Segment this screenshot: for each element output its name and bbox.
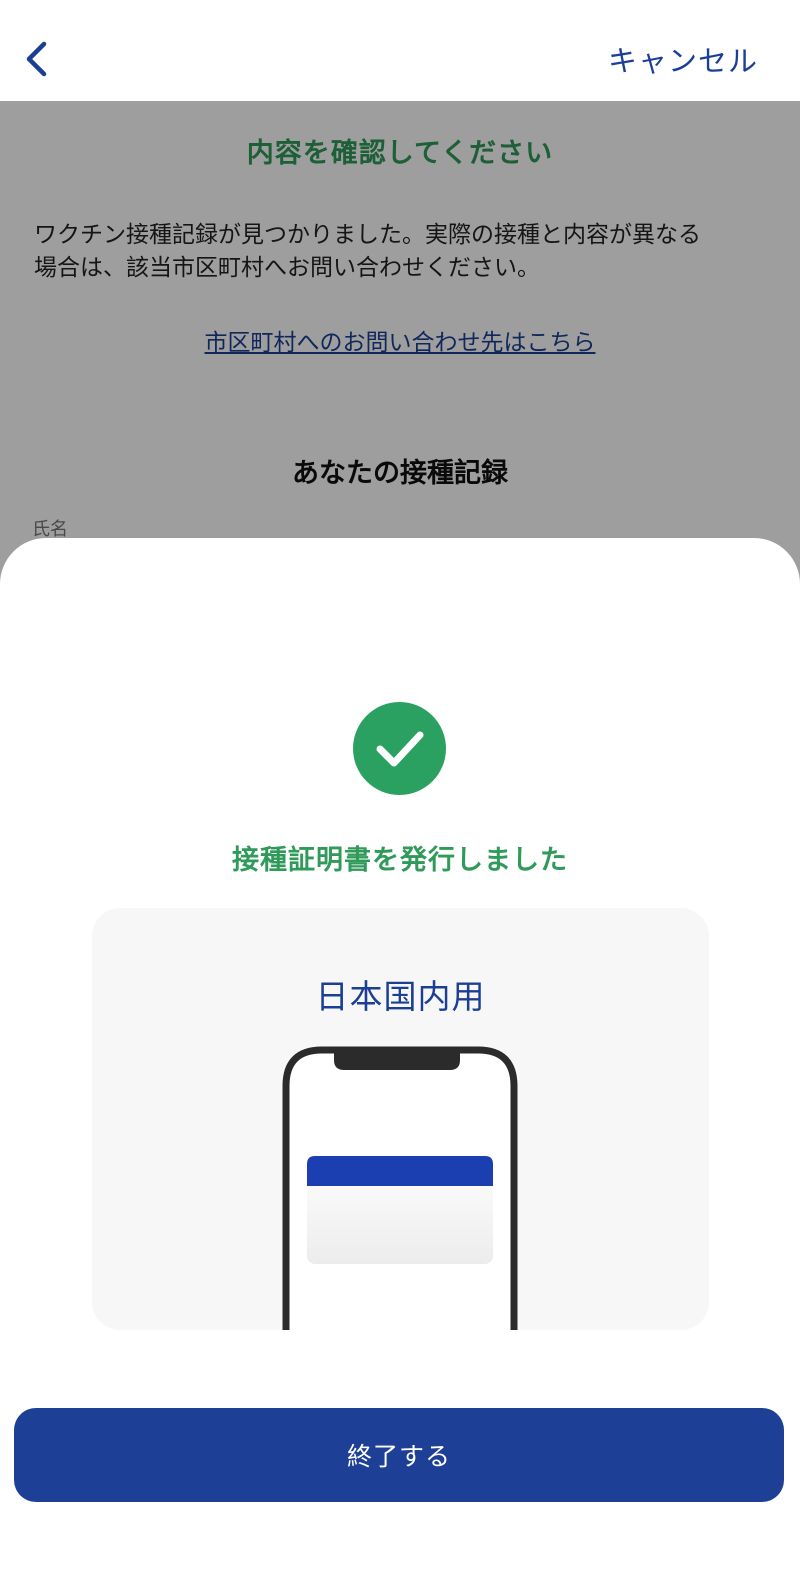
finish-button[interactable]: 終了する bbox=[14, 1408, 784, 1502]
chevron-left-icon bbox=[26, 41, 47, 77]
certificate-card: 日本国内用 bbox=[92, 908, 709, 1330]
back-button[interactable] bbox=[18, 32, 58, 86]
issued-message: 接種証明書を発行しました bbox=[232, 845, 568, 876]
navigation-bar: キャンセル bbox=[0, 0, 800, 101]
certificate-type-label: 日本国内用 bbox=[315, 977, 486, 1016]
phone-illustration bbox=[282, 1046, 518, 1330]
cancel-button[interactable]: キャンセル bbox=[608, 38, 758, 80]
check-circle-icon bbox=[353, 702, 446, 795]
screen: キャンセル 内容を確認してください ワクチン接種記録が見つかりました。実際の接種… bbox=[0, 0, 800, 1583]
